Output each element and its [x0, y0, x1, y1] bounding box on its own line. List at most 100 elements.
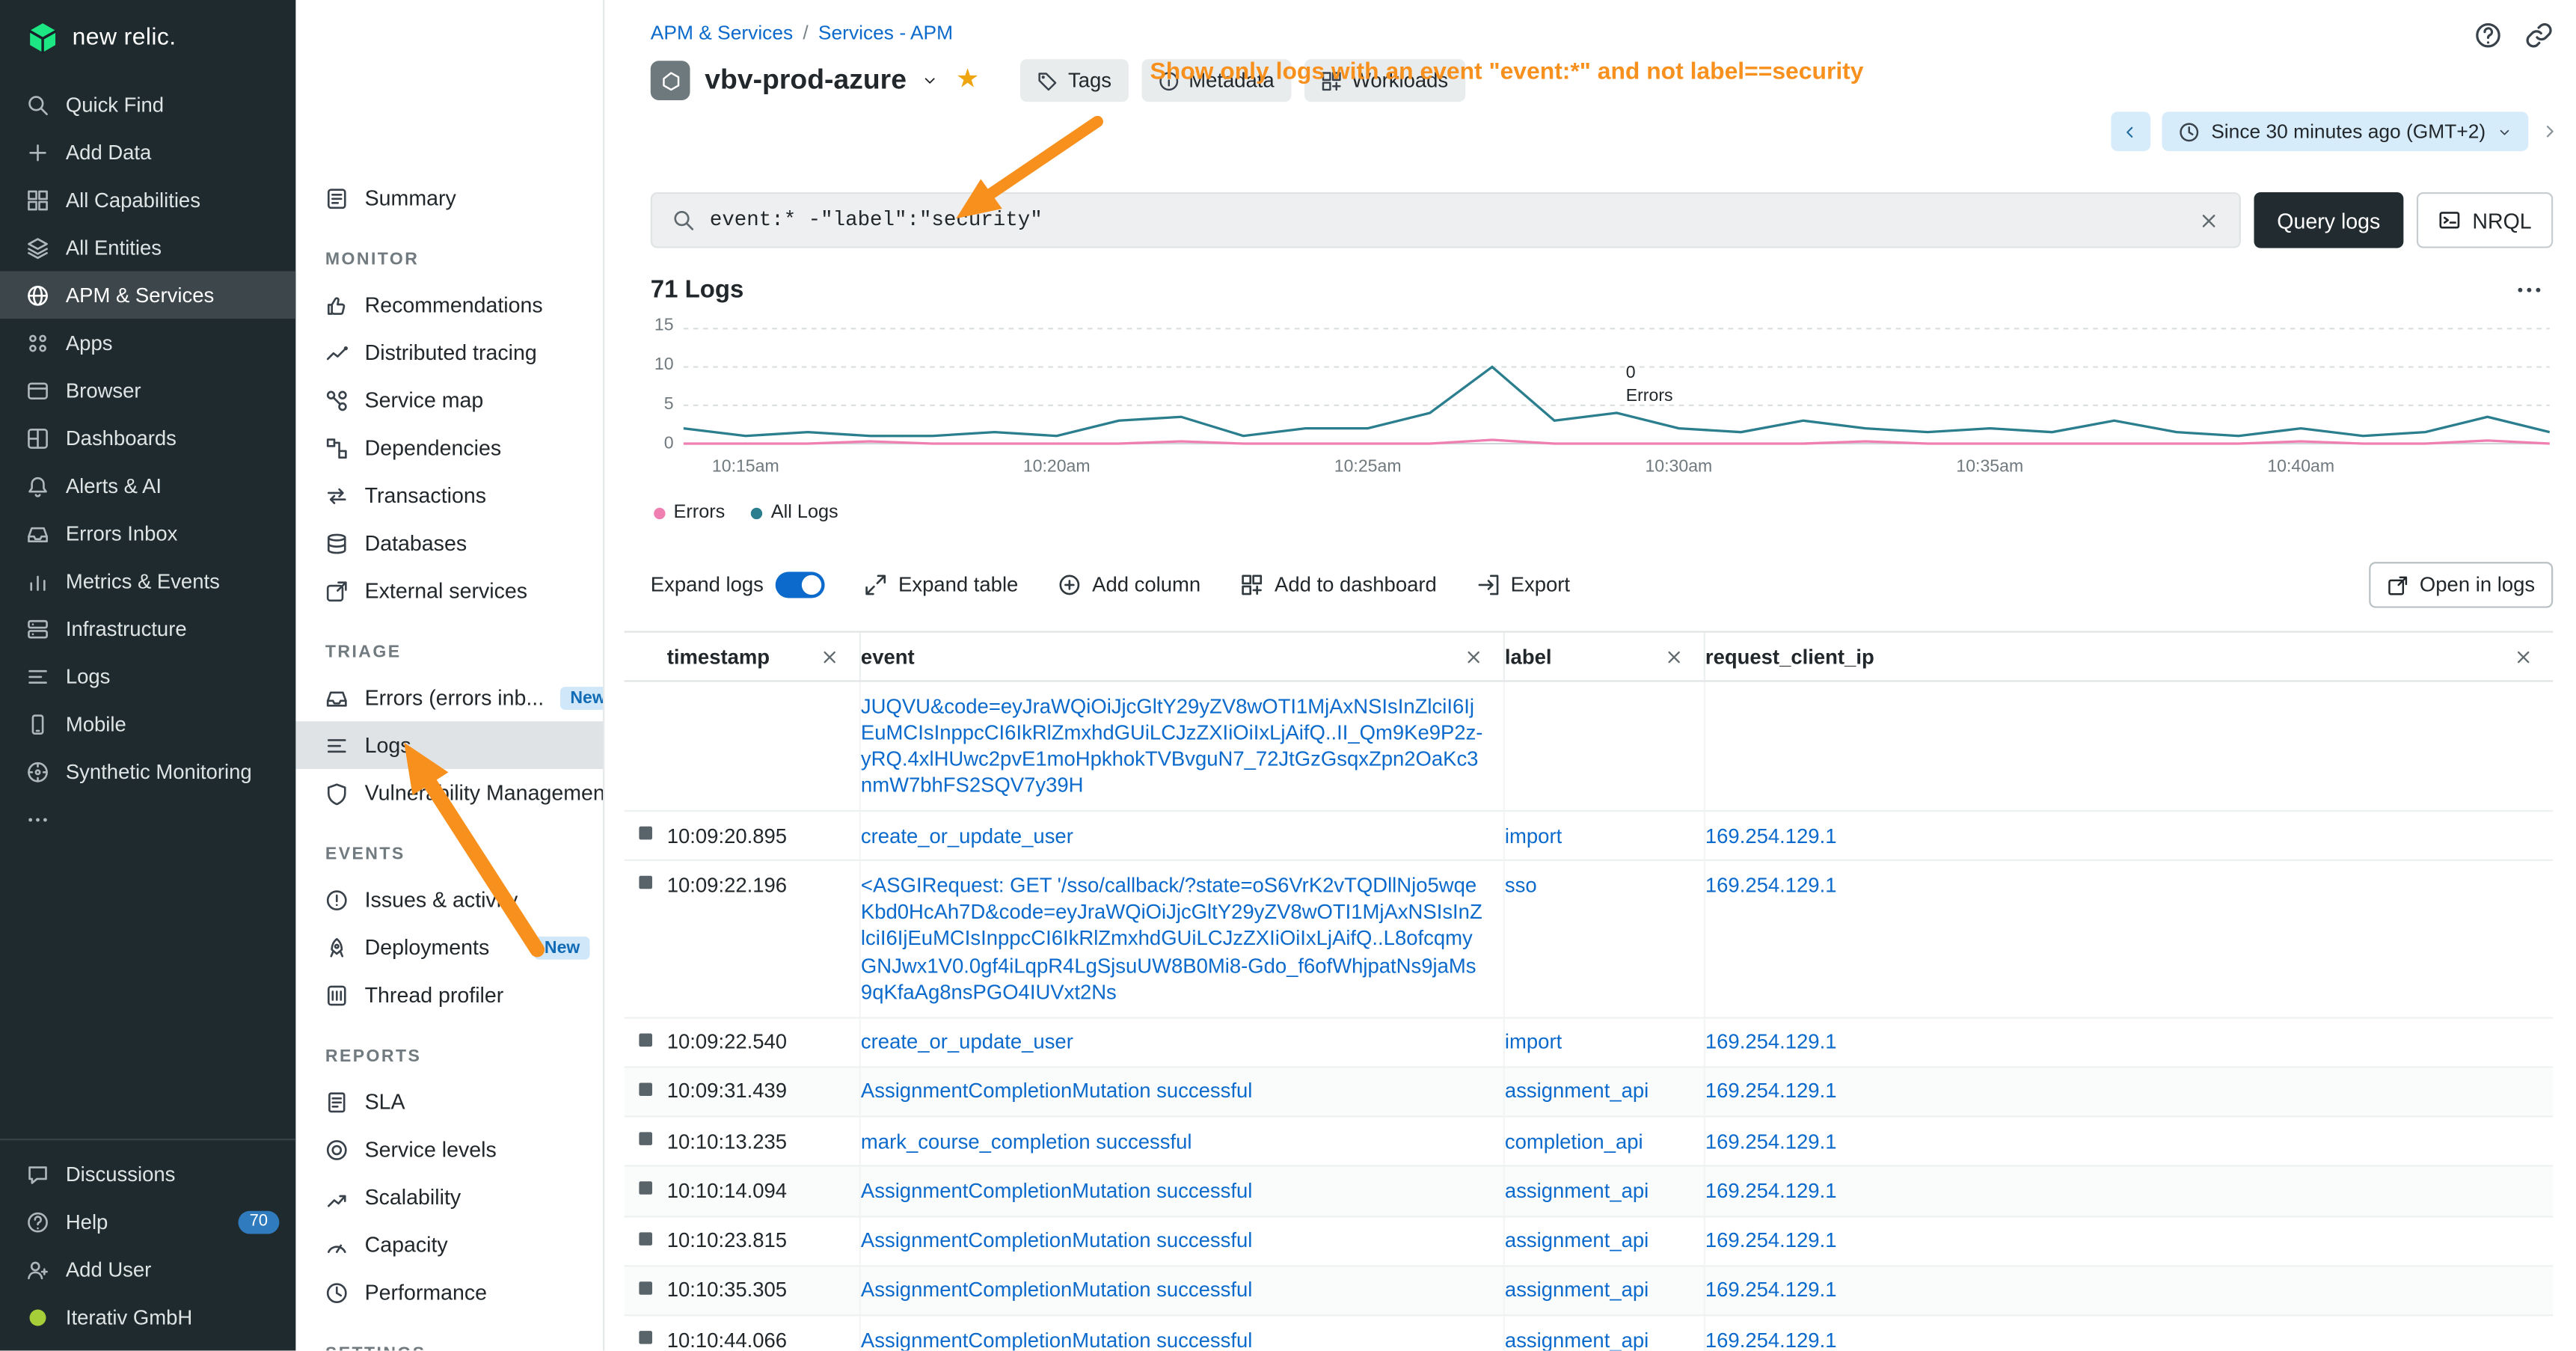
cell-label-link[interactable]: assignment_api: [1505, 1327, 1649, 1351]
cell-ip-link[interactable]: 169.254.129.1: [1705, 872, 1837, 899]
remove-column-icon[interactable]: [820, 646, 839, 666]
row-checkbox[interactable]: [639, 1082, 652, 1096]
sidebar-item-infrastructure[interactable]: Infrastructure: [0, 604, 295, 652]
subnav-item-distributed-tracing[interactable]: Distributed tracing: [295, 328, 603, 376]
cell-label-link[interactable]: assignment_api: [1505, 1177, 1649, 1204]
table-row[interactable]: 10:09:22.196 <ASGIRequest: GET '/sso/cal…: [625, 861, 2554, 1017]
add-column-button[interactable]: Add column: [1058, 574, 1200, 597]
subnav-item-vulnerability-management[interactable]: Vulnerability Management: [295, 769, 603, 817]
more-menu-icon[interactable]: [2515, 276, 2543, 304]
cell-label-link[interactable]: assignment_api: [1505, 1228, 1649, 1254]
favorite-star-icon[interactable]: ★: [956, 67, 980, 94]
table-row[interactable]: 10:10:44.066 AssignmentCompletionMutatio…: [625, 1316, 2554, 1350]
sidebar-item-browser[interactable]: Browser: [0, 367, 295, 414]
subnav-item-service-levels[interactable]: Service levels: [295, 1126, 603, 1174]
cell-event-link[interactable]: <ASGIRequest: GET '/sso/callback/?state=…: [861, 872, 1483, 1005]
log-search-input[interactable]: event:* -"label":"security": [651, 192, 2241, 248]
sidebar-item-help[interactable]: Help 70: [0, 1198, 295, 1246]
row-checkbox[interactable]: [639, 1331, 652, 1344]
logs-timeseries-chart[interactable]: 151050 0 Errors: [684, 324, 2550, 446]
row-checkbox[interactable]: [639, 1231, 652, 1245]
row-checkbox[interactable]: [639, 827, 652, 840]
column-header-label[interactable]: label: [1505, 633, 1705, 681]
table-row[interactable]: 10:10:35.305 AssignmentCompletionMutatio…: [625, 1266, 2554, 1316]
column-header-event[interactable]: event: [861, 633, 1505, 681]
cell-label-link[interactable]: sso: [1505, 872, 1537, 899]
cell-event-link[interactable]: mark_course_completion successful: [861, 1128, 1192, 1155]
cell-event-link[interactable]: AssignmentCompletionMutation successful: [861, 1277, 1252, 1304]
table-row[interactable]: 10:09:31.439 AssignmentCompletionMutatio…: [625, 1067, 2554, 1117]
sidebar-item-dashboards[interactable]: Dashboards: [0, 414, 295, 462]
expand-logs-toggle[interactable]: [775, 572, 824, 598]
cell-event-link[interactable]: JUQVU&code=eyJraWQiOiJjcGltY29yZV8wOTI1M…: [861, 693, 1483, 800]
query-text[interactable]: event:* -"label":"security": [710, 209, 2183, 232]
remove-column-icon[interactable]: [1464, 646, 1483, 666]
sidebar-item-alerts-ai[interactable]: Alerts & AI: [0, 462, 295, 509]
time-back-button[interactable]: [2111, 111, 2150, 151]
cell-label-link[interactable]: import: [1505, 1029, 1562, 1056]
cell-ip-link[interactable]: 169.254.129.1: [1705, 1128, 1837, 1155]
remove-column-icon[interactable]: [2514, 646, 2533, 666]
cell-ip-link[interactable]: 169.254.129.1: [1705, 1078, 1837, 1105]
sidebar-item-iterativ-gmbh[interactable]: Iterativ GmbH: [0, 1293, 295, 1341]
cell-ip-link[interactable]: 169.254.129.1: [1705, 1277, 1837, 1304]
cell-label-link[interactable]: assignment_api: [1505, 1277, 1649, 1304]
permalink-icon[interactable]: [2525, 22, 2553, 49]
cell-event-link[interactable]: create_or_update_user: [861, 822, 1073, 849]
breadcrumb-apm-services[interactable]: APM & Services: [651, 22, 793, 45]
subnav-item-sla[interactable]: SLA: [295, 1078, 603, 1126]
table-row[interactable]: 10:10:14.094 AssignmentCompletionMutatio…: [625, 1167, 2554, 1216]
sidebar-item-add-data[interactable]: Add Data: [0, 128, 295, 176]
subnav-item-deployments[interactable]: Deployments New: [295, 923, 603, 971]
sidebar-item-quick-find[interactable]: Quick Find: [0, 81, 295, 129]
sidebar-item-more-options[interactable]: [0, 795, 295, 843]
clear-query-icon[interactable]: [2198, 209, 2220, 231]
subnav-item-scalability[interactable]: Scalability: [295, 1173, 603, 1221]
query-logs-button[interactable]: Query logs: [2254, 192, 2404, 248]
sidebar-item-synthetic-monitoring[interactable]: Synthetic Monitoring: [0, 747, 295, 795]
sidebar-item-errors-inbox[interactable]: Errors Inbox: [0, 509, 295, 557]
subnav-item-service-map[interactable]: Service map: [295, 376, 603, 424]
nrql-button[interactable]: NRQL: [2417, 192, 2554, 248]
sidebar-item-discussions[interactable]: Discussions: [0, 1151, 295, 1198]
row-checkbox[interactable]: [639, 1132, 652, 1145]
cell-ip-link[interactable]: 169.254.129.1: [1705, 1029, 1837, 1056]
cell-label-link[interactable]: assignment_api: [1505, 1078, 1649, 1105]
row-checkbox[interactable]: [639, 1032, 652, 1046]
sidebar-item-apm-services[interactable]: APM & Services: [0, 271, 295, 319]
sidebar-item-all-entities[interactable]: All Entities: [0, 224, 295, 272]
subnav-item-performance[interactable]: Performance: [295, 1269, 603, 1317]
cell-ip-link[interactable]: 169.254.129.1: [1705, 1228, 1837, 1254]
subnav-item-summary[interactable]: Summary: [295, 174, 603, 222]
expand-table-button[interactable]: Expand table: [864, 574, 1018, 597]
open-in-logs-button[interactable]: Open in logs: [2369, 562, 2553, 608]
legend-item-errors[interactable]: Errors: [654, 503, 725, 522]
cell-ip-link[interactable]: 169.254.129.1: [1705, 1327, 1837, 1351]
brand-logo[interactable]: new relic.: [0, 0, 295, 67]
cell-event-link[interactable]: AssignmentCompletionMutation successful: [861, 1177, 1252, 1204]
sidebar-item-all-capabilities[interactable]: All Capabilities: [0, 176, 295, 224]
subnav-item-external-services[interactable]: External services: [295, 567, 603, 615]
export-button[interactable]: Export: [1476, 574, 1571, 597]
row-checkbox[interactable]: [639, 1281, 652, 1295]
subnav-item-capacity[interactable]: Capacity: [295, 1221, 603, 1269]
cell-ip-link[interactable]: 169.254.129.1: [1705, 1177, 1837, 1204]
subnav-item-dependencies[interactable]: Dependencies: [295, 424, 603, 472]
cell-event-link[interactable]: AssignmentCompletionMutation successful: [861, 1078, 1252, 1105]
table-row[interactable]: 10:09:20.895 create_or_update_user impor…: [625, 812, 2554, 861]
subnav-item-issues-activity[interactable]: Issues & activity: [295, 876, 603, 924]
table-row[interactable]: 10:10:23.815 AssignmentCompletionMutatio…: [625, 1216, 2554, 1266]
table-row[interactable]: 10:10:13.235 mark_course_completion succ…: [625, 1118, 2554, 1167]
cell-label-link[interactable]: import: [1505, 822, 1562, 849]
remove-column-icon[interactable]: [1664, 646, 1684, 666]
help-icon[interactable]: [2474, 22, 2502, 49]
row-checkbox[interactable]: [639, 876, 652, 889]
subnav-item-thread-profiler[interactable]: Thread profiler: [295, 971, 603, 1019]
column-header-timestamp[interactable]: timestamp: [667, 633, 861, 681]
cell-event-link[interactable]: AssignmentCompletionMutation successful: [861, 1327, 1252, 1351]
add-to-dashboard-button[interactable]: Add to dashboard: [1240, 574, 1437, 597]
subnav-item-recommendations[interactable]: Recommendations: [295, 281, 603, 329]
cell-ip-link[interactable]: 169.254.129.1: [1705, 822, 1837, 849]
subnav-item-databases[interactable]: Databases: [295, 519, 603, 567]
cell-label-link[interactable]: completion_api: [1505, 1128, 1643, 1155]
